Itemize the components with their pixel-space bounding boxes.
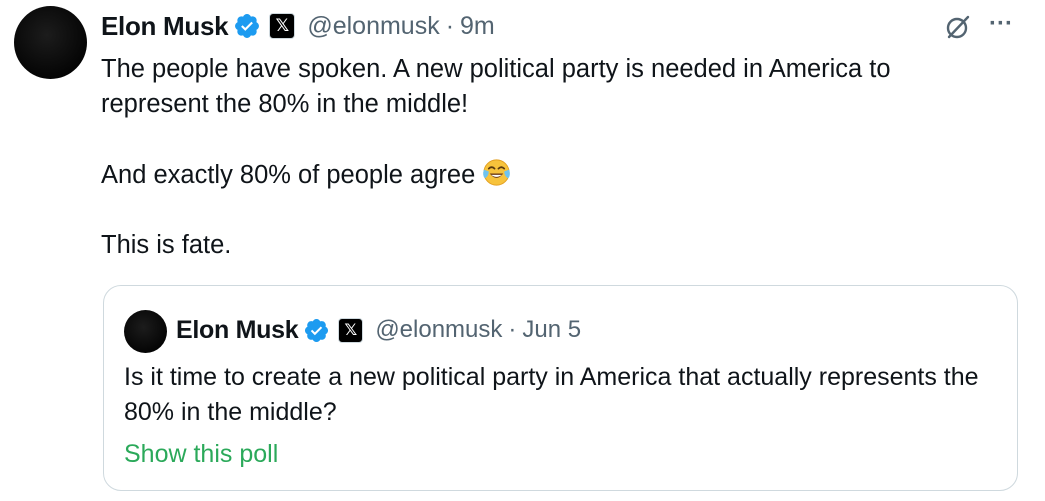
tweet-text: The people have spoken. A new political … [101,52,1001,263]
tweet: Elon Musk 𝕏 @elonmusk · 9m ··· The peopl… [0,0,1045,501]
quoted-tweet-header: Elon Musk 𝕏 @elonmusk · Jun 5 [176,312,581,348]
timestamp[interactable]: 9m [460,12,495,41]
grok-icon[interactable] [944,13,972,41]
verified-badge-icon[interactable] [233,12,261,40]
avatar[interactable] [14,6,87,79]
verified-badge-icon[interactable] [303,317,330,344]
show-poll-link[interactable]: Show this poll [124,437,278,472]
quoted-timestamp[interactable]: Jun 5 [522,316,581,344]
quoted-author-handle[interactable]: @elonmusk [375,316,502,344]
x-logo-icon[interactable]: 𝕏 [269,13,296,39]
tweet-paragraph-line: And exactly 80% of people agree [101,157,1001,193]
separator-dot: · [445,11,455,40]
separator-dot: · [508,316,517,343]
author-name[interactable]: Elon Musk [101,11,229,42]
quoted-tweet-card[interactable]: Elon Musk 𝕏 @elonmusk · Jun 5 Is it time… [103,285,1018,491]
tweet-paragraph: This is fate. [101,231,232,259]
quoted-author-name[interactable]: Elon Musk [176,316,299,345]
face-with-tears-of-joy-icon [483,159,511,186]
tweet-paragraph: The people have spoken. A new political … [101,55,891,118]
author-handle[interactable]: @elonmusk [307,12,439,41]
x-logo-icon[interactable]: 𝕏 [338,317,364,343]
quoted-avatar[interactable] [124,310,167,353]
more-icon[interactable]: ··· [989,12,1013,36]
quoted-tweet-text: Is it time to create a new political par… [124,363,979,426]
tweet-paragraph: And exactly 80% of people agree [101,161,476,189]
tweet-header: Elon Musk 𝕏 @elonmusk · 9m [101,8,495,44]
